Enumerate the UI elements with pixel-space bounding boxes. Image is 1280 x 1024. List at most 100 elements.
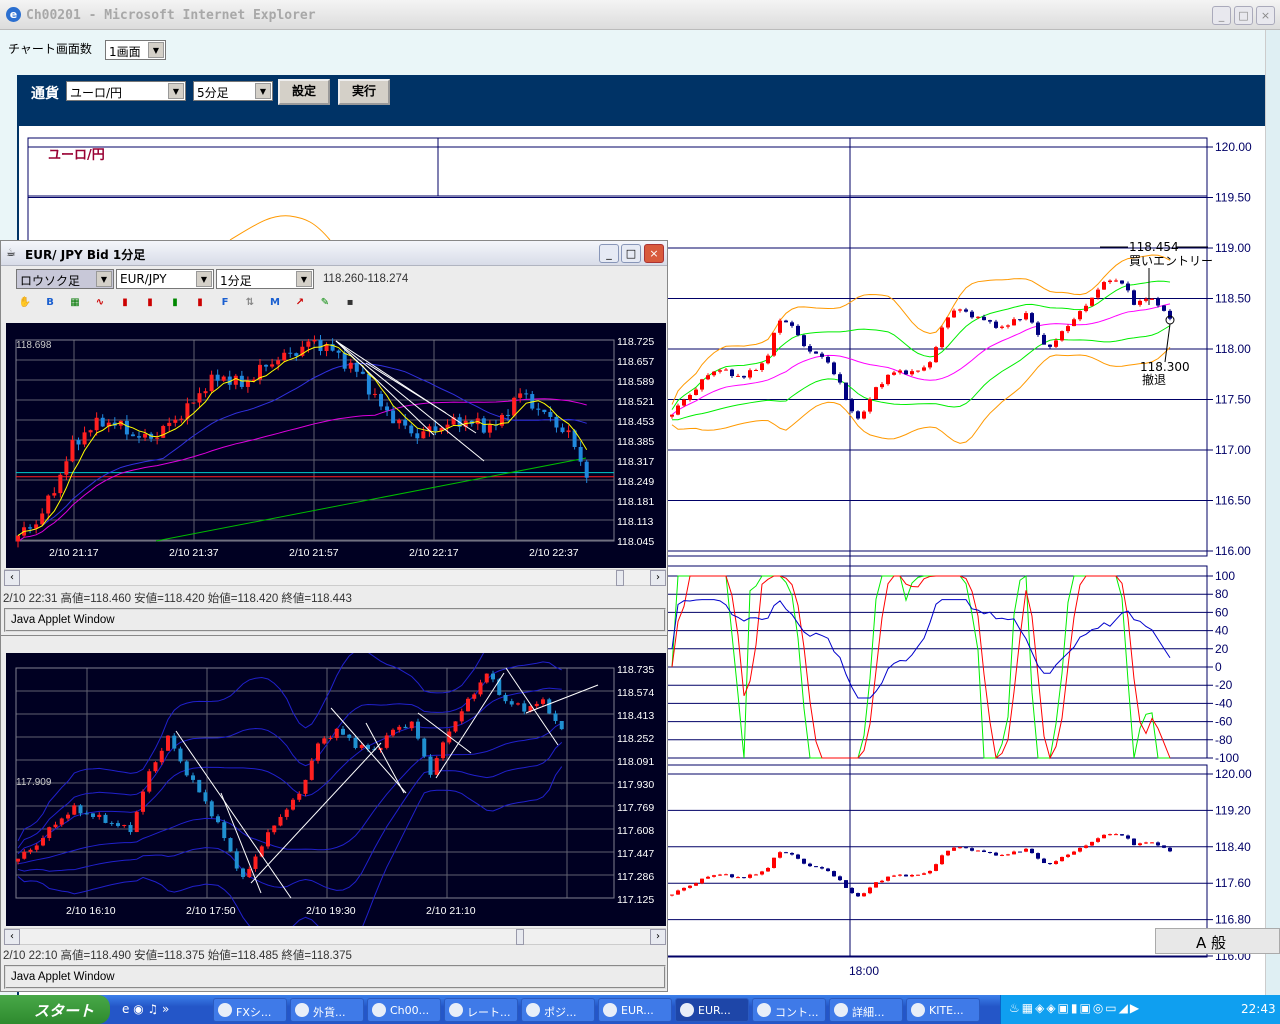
time-tick-label: 2/10 21:10 (426, 905, 476, 917)
candle (28, 849, 33, 852)
java-icon (680, 1003, 694, 1017)
candle (278, 816, 283, 826)
taskbar-item[interactable]: ポジ... (521, 998, 595, 1022)
candle (416, 721, 420, 739)
start-button[interactable]: スタート (0, 995, 110, 1024)
candle (76, 439, 81, 445)
fix-icon[interactable]: F (215, 293, 235, 313)
applet2-hscrollbar[interactable]: ‹ › (4, 928, 666, 945)
scroll-thumb[interactable] (516, 929, 524, 945)
tray-icons[interactable]: ♨▦◈◈▣▮▣◎▭◢▶ (1009, 1001, 1141, 1015)
taskbar-item[interactable]: コント... (752, 998, 826, 1022)
time-tick-label: 2/10 21:37 (169, 547, 219, 559)
candle (233, 375, 238, 385)
wave-icon[interactable]: ∿ (90, 293, 110, 313)
taskbar-item[interactable]: FXシ... (213, 998, 287, 1022)
candle (466, 698, 470, 712)
candle (234, 851, 239, 869)
chart-icon[interactable]: ▦ (65, 293, 85, 313)
taskbar-item[interactable]: EUR... (598, 998, 672, 1022)
candle (266, 832, 270, 847)
price-tick-label: 118.725 (617, 336, 654, 348)
candle (478, 682, 483, 695)
candle-icon[interactable]: ▮ (190, 293, 210, 313)
period-select[interactable]: 1分足 ▼ (216, 269, 314, 289)
screen-count-select[interactable]: 1画面 ▼ (105, 40, 166, 60)
candle (428, 756, 433, 775)
scroll-right-icon[interactable]: › (650, 570, 666, 586)
candle (241, 868, 245, 877)
settings-button[interactable]: 設定 (278, 79, 330, 105)
ime-mode: A 般 (1196, 934, 1227, 952)
candle (40, 513, 45, 525)
maximize-button[interactable]: □ (1234, 6, 1253, 25)
pair-select[interactable]: EUR/JPY ▼ (116, 269, 214, 289)
run-button[interactable]: 実行 (338, 79, 390, 105)
save-icon[interactable]: ▪ (340, 293, 360, 313)
ime-toolbar[interactable]: A 般 (1155, 928, 1280, 954)
scroll-left-icon[interactable]: ‹ (4, 929, 20, 945)
window-title: Ch00201 - Microsoft Internet Explorer (26, 8, 316, 23)
candle (366, 373, 371, 395)
applet1-footer: Java Applet Window (4, 608, 666, 632)
tools-icon[interactable]: ⇅ (240, 293, 260, 313)
applet2-status: 2/10 22:10 高値=118.490 安値=118.375 始値=118.… (3, 950, 352, 962)
maximize-button[interactable]: □ (621, 244, 641, 263)
candle (284, 809, 289, 817)
taskbar-item[interactable]: KITE... (906, 998, 980, 1022)
price-tick-label: 117.125 (617, 894, 654, 906)
candle (53, 824, 58, 828)
candle (433, 426, 438, 432)
candle (122, 824, 127, 826)
quote-text: 118.260-118.274 (323, 273, 409, 285)
candle (503, 694, 508, 702)
candle (58, 474, 63, 494)
currency-select[interactable]: ユーロ/円 ▼ (66, 81, 186, 101)
candle (59, 818, 64, 825)
candle-icon[interactable]: ▮ (115, 293, 135, 313)
chart-type-select[interactable]: ロウソク足 ▼ (16, 269, 114, 289)
scroll-left-icon[interactable]: ‹ (4, 570, 20, 586)
candle (82, 432, 87, 445)
candle (88, 430, 93, 433)
java-icon (757, 1003, 771, 1017)
scroll-right-icon[interactable]: › (650, 929, 666, 945)
trendline-icon[interactable]: ↗ (290, 293, 310, 313)
taskbar-item[interactable]: EUR... (675, 998, 749, 1022)
java-icon (526, 1003, 540, 1017)
minimize-button[interactable]: _ (1212, 6, 1231, 25)
candle (391, 729, 395, 736)
taskbar-item[interactable]: 外貨... (290, 998, 364, 1022)
candle (143, 433, 148, 438)
applet1-chart: 118.725 118.657 118.589 118.521 118.453 118.3… (6, 323, 666, 568)
price-tick-label: 118.589 (617, 376, 654, 388)
candle (472, 694, 477, 699)
candle (166, 735, 170, 751)
pencil-icon[interactable]: ✎ (315, 293, 335, 313)
candle-icon[interactable]: ▮ (140, 293, 160, 313)
price-tick-label: 117.608 (617, 825, 654, 837)
taskbar-item-label: EUR... (698, 1004, 731, 1017)
candle (312, 339, 317, 342)
scroll-thumb[interactable] (616, 570, 624, 586)
minimize-button[interactable]: _ (599, 244, 619, 263)
applet2-toolbar (1, 635, 667, 651)
period-select[interactable]: 5分足 ▼ (193, 81, 273, 101)
candle (509, 701, 514, 705)
close-button[interactable]: × (644, 244, 664, 263)
candle (130, 434, 135, 437)
vertical-scrollbar[interactable] (1265, 30, 1280, 995)
close-button[interactable]: × (1256, 6, 1275, 25)
candle-icon[interactable]: ▮ (165, 293, 185, 313)
hand-icon[interactable]: ✋ (15, 293, 35, 313)
applet1-hscrollbar[interactable]: ‹ › (4, 569, 666, 586)
bid-ask-icon[interactable]: B (40, 293, 60, 313)
taskbar-item[interactable]: レート... (444, 998, 518, 1022)
ma-fix-icon[interactable]: M (265, 293, 285, 313)
candle (453, 721, 458, 732)
price-tick-label: 118.091 (617, 756, 654, 768)
taskbar-item[interactable]: 詳細... (829, 998, 903, 1022)
candle (541, 699, 545, 704)
quick-launch-icons[interactable]: e ◉ ♫ » (122, 1002, 169, 1016)
taskbar-item[interactable]: Ch00... (367, 998, 441, 1022)
